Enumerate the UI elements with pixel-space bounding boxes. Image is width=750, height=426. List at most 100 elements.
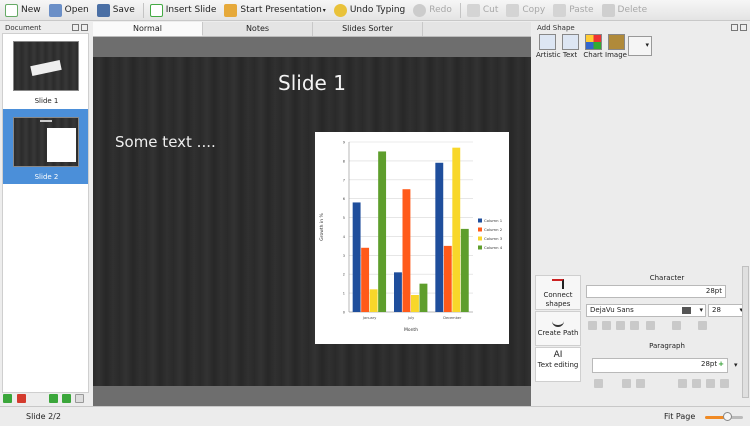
slide-thumbnail-2[interactable] bbox=[13, 117, 79, 167]
shape-label: Image bbox=[605, 51, 627, 59]
tab-slides-sorter[interactable]: Slides Sorter bbox=[313, 22, 423, 36]
slide-canvas[interactable]: Slide 1 Some text .... 0 1 2 3 4 5 6 7 8 9 January… bbox=[93, 57, 531, 386]
align-justify-icon[interactable] bbox=[720, 379, 729, 388]
cut-button[interactable]: Cut bbox=[464, 1, 502, 20]
y-tick-label: 9 bbox=[343, 141, 345, 145]
redo-icon bbox=[413, 3, 427, 17]
thumbnail-shape bbox=[30, 59, 62, 77]
outdent-icon[interactable] bbox=[636, 379, 645, 388]
superscript-icon[interactable] bbox=[698, 321, 707, 330]
list-style-icon[interactable] bbox=[594, 379, 603, 388]
bar bbox=[411, 295, 419, 312]
close-panel-icon[interactable] bbox=[740, 24, 747, 31]
remove-slide-icon[interactable] bbox=[17, 394, 26, 403]
chevron-down-icon[interactable]: ▾ bbox=[699, 305, 703, 316]
italic-icon[interactable] bbox=[602, 321, 611, 330]
legend-entry: Column 4 bbox=[484, 245, 503, 250]
x-tick-label: December bbox=[443, 316, 462, 320]
redo-button[interactable]: Redo bbox=[410, 1, 455, 20]
legend-swatch bbox=[478, 236, 482, 241]
slide-thumbnail-label: Slide 1 bbox=[34, 97, 59, 105]
open-button[interactable]: Open bbox=[46, 1, 92, 20]
y-tick-label: 8 bbox=[343, 159, 345, 163]
connect-shapes-icon bbox=[552, 279, 564, 289]
align-right-icon[interactable] bbox=[706, 379, 715, 388]
tab-normal[interactable]: Normal bbox=[93, 22, 203, 36]
slide-thumbnail-1[interactable] bbox=[13, 41, 79, 91]
more-shapes-dropdown[interactable]: ▾ bbox=[628, 36, 652, 56]
indent-icon[interactable] bbox=[622, 379, 631, 388]
copy-icon bbox=[506, 3, 520, 17]
paragraph-size-value: 28pt bbox=[701, 360, 718, 368]
paragraph-size-field[interactable]: 28pt+ bbox=[592, 358, 728, 373]
tool-label: Connect shapes bbox=[543, 291, 573, 308]
shape-artistic-button[interactable]: Artistic bbox=[536, 34, 561, 64]
legend-swatch bbox=[478, 218, 482, 223]
chevron-down-icon[interactable]: ▾ bbox=[734, 361, 738, 369]
copy-button[interactable]: Copy bbox=[503, 1, 548, 20]
add-icon[interactable]: + bbox=[718, 360, 724, 368]
text-shape-icon bbox=[561, 34, 579, 50]
legend-entry: Column 2 bbox=[484, 227, 503, 232]
move-up-icon[interactable] bbox=[49, 394, 58, 403]
float-panel-icon[interactable] bbox=[72, 24, 79, 31]
canvas-margin-top bbox=[93, 37, 531, 57]
connect-shapes-tool[interactable]: Connect shapes bbox=[535, 275, 581, 310]
clear-icon[interactable] bbox=[682, 307, 691, 314]
create-path-tool[interactable]: Create Path bbox=[535, 311, 581, 346]
y-tick-label: 7 bbox=[343, 178, 345, 182]
insert-slide-button[interactable]: Insert Slide bbox=[147, 1, 220, 20]
delete-button[interactable]: Delete bbox=[599, 1, 651, 20]
shape-text-button[interactable]: Text bbox=[559, 34, 581, 64]
shape-chart-button[interactable]: Chart bbox=[582, 34, 604, 64]
undo-icon bbox=[333, 3, 347, 17]
bar bbox=[419, 283, 428, 312]
add-shape-title-text: Add Shape bbox=[537, 23, 575, 32]
x-axis-label: Month bbox=[404, 327, 418, 333]
new-button[interactable]: New bbox=[2, 1, 44, 20]
y-axis-label: Growth in % bbox=[319, 213, 325, 241]
font-family-combo[interactable]: DejaVu Sans ▾ bbox=[586, 304, 706, 317]
toolbar-separator bbox=[459, 2, 461, 18]
cut-icon bbox=[466, 3, 480, 17]
chevron-down-icon[interactable]: ▾ bbox=[323, 7, 326, 14]
float-panel-icon[interactable] bbox=[731, 24, 738, 31]
strikethrough-icon[interactable] bbox=[630, 321, 639, 330]
align-center-icon[interactable] bbox=[692, 379, 701, 388]
close-panel-icon[interactable] bbox=[81, 24, 88, 31]
tab-notes[interactable]: Notes bbox=[203, 22, 313, 36]
slide-body-text[interactable]: Some text .... bbox=[115, 133, 216, 151]
y-tick-label: 2 bbox=[343, 273, 345, 277]
panel-scrollbar[interactable] bbox=[742, 266, 749, 398]
zoom-slider[interactable] bbox=[705, 412, 743, 421]
paste-button[interactable]: Paste bbox=[550, 1, 596, 20]
font-color-icon[interactable] bbox=[646, 321, 655, 330]
status-bar: Slide 2/2 Fit Page bbox=[0, 406, 750, 426]
bold-icon[interactable] bbox=[588, 321, 597, 330]
shape-image-button[interactable]: Image bbox=[605, 34, 627, 64]
character-size-field[interactable]: 28pt bbox=[586, 285, 726, 298]
text-editing-tool[interactable]: AI Text editing bbox=[535, 347, 581, 382]
bar bbox=[435, 162, 444, 312]
start-presentation-button[interactable]: Start Presentation ▾ bbox=[221, 1, 328, 20]
undo-button[interactable]: Undo Typing bbox=[331, 1, 408, 20]
canvas-margin-bottom bbox=[93, 386, 531, 406]
add-slide-icon[interactable] bbox=[3, 394, 12, 403]
y-tick-label: 1 bbox=[343, 292, 345, 296]
save-button[interactable]: Save bbox=[94, 1, 138, 20]
add-shape-panel-title: Add Shape bbox=[534, 22, 734, 33]
y-tick-label: 3 bbox=[343, 254, 345, 258]
view-options-icon[interactable] bbox=[75, 394, 84, 403]
slide-title[interactable]: Slide 1 bbox=[93, 71, 531, 95]
character-section-title: Character bbox=[649, 274, 685, 282]
font-size-combo[interactable]: 28▾ bbox=[708, 304, 746, 317]
zoom-slider-handle[interactable] bbox=[723, 412, 732, 421]
highlight-icon[interactable] bbox=[672, 321, 681, 330]
main-toolbar: New Open Save Insert Slide Start Present… bbox=[0, 0, 750, 21]
document-title-text: Document bbox=[5, 23, 42, 32]
align-left-icon[interactable] bbox=[678, 379, 687, 388]
chart-object[interactable]: 0 1 2 3 4 5 6 7 8 9 January July December Month Growth… bbox=[315, 132, 509, 344]
underline-icon[interactable] bbox=[616, 321, 625, 330]
shape-label: Artistic bbox=[536, 51, 561, 59]
move-down-icon[interactable] bbox=[62, 394, 71, 403]
